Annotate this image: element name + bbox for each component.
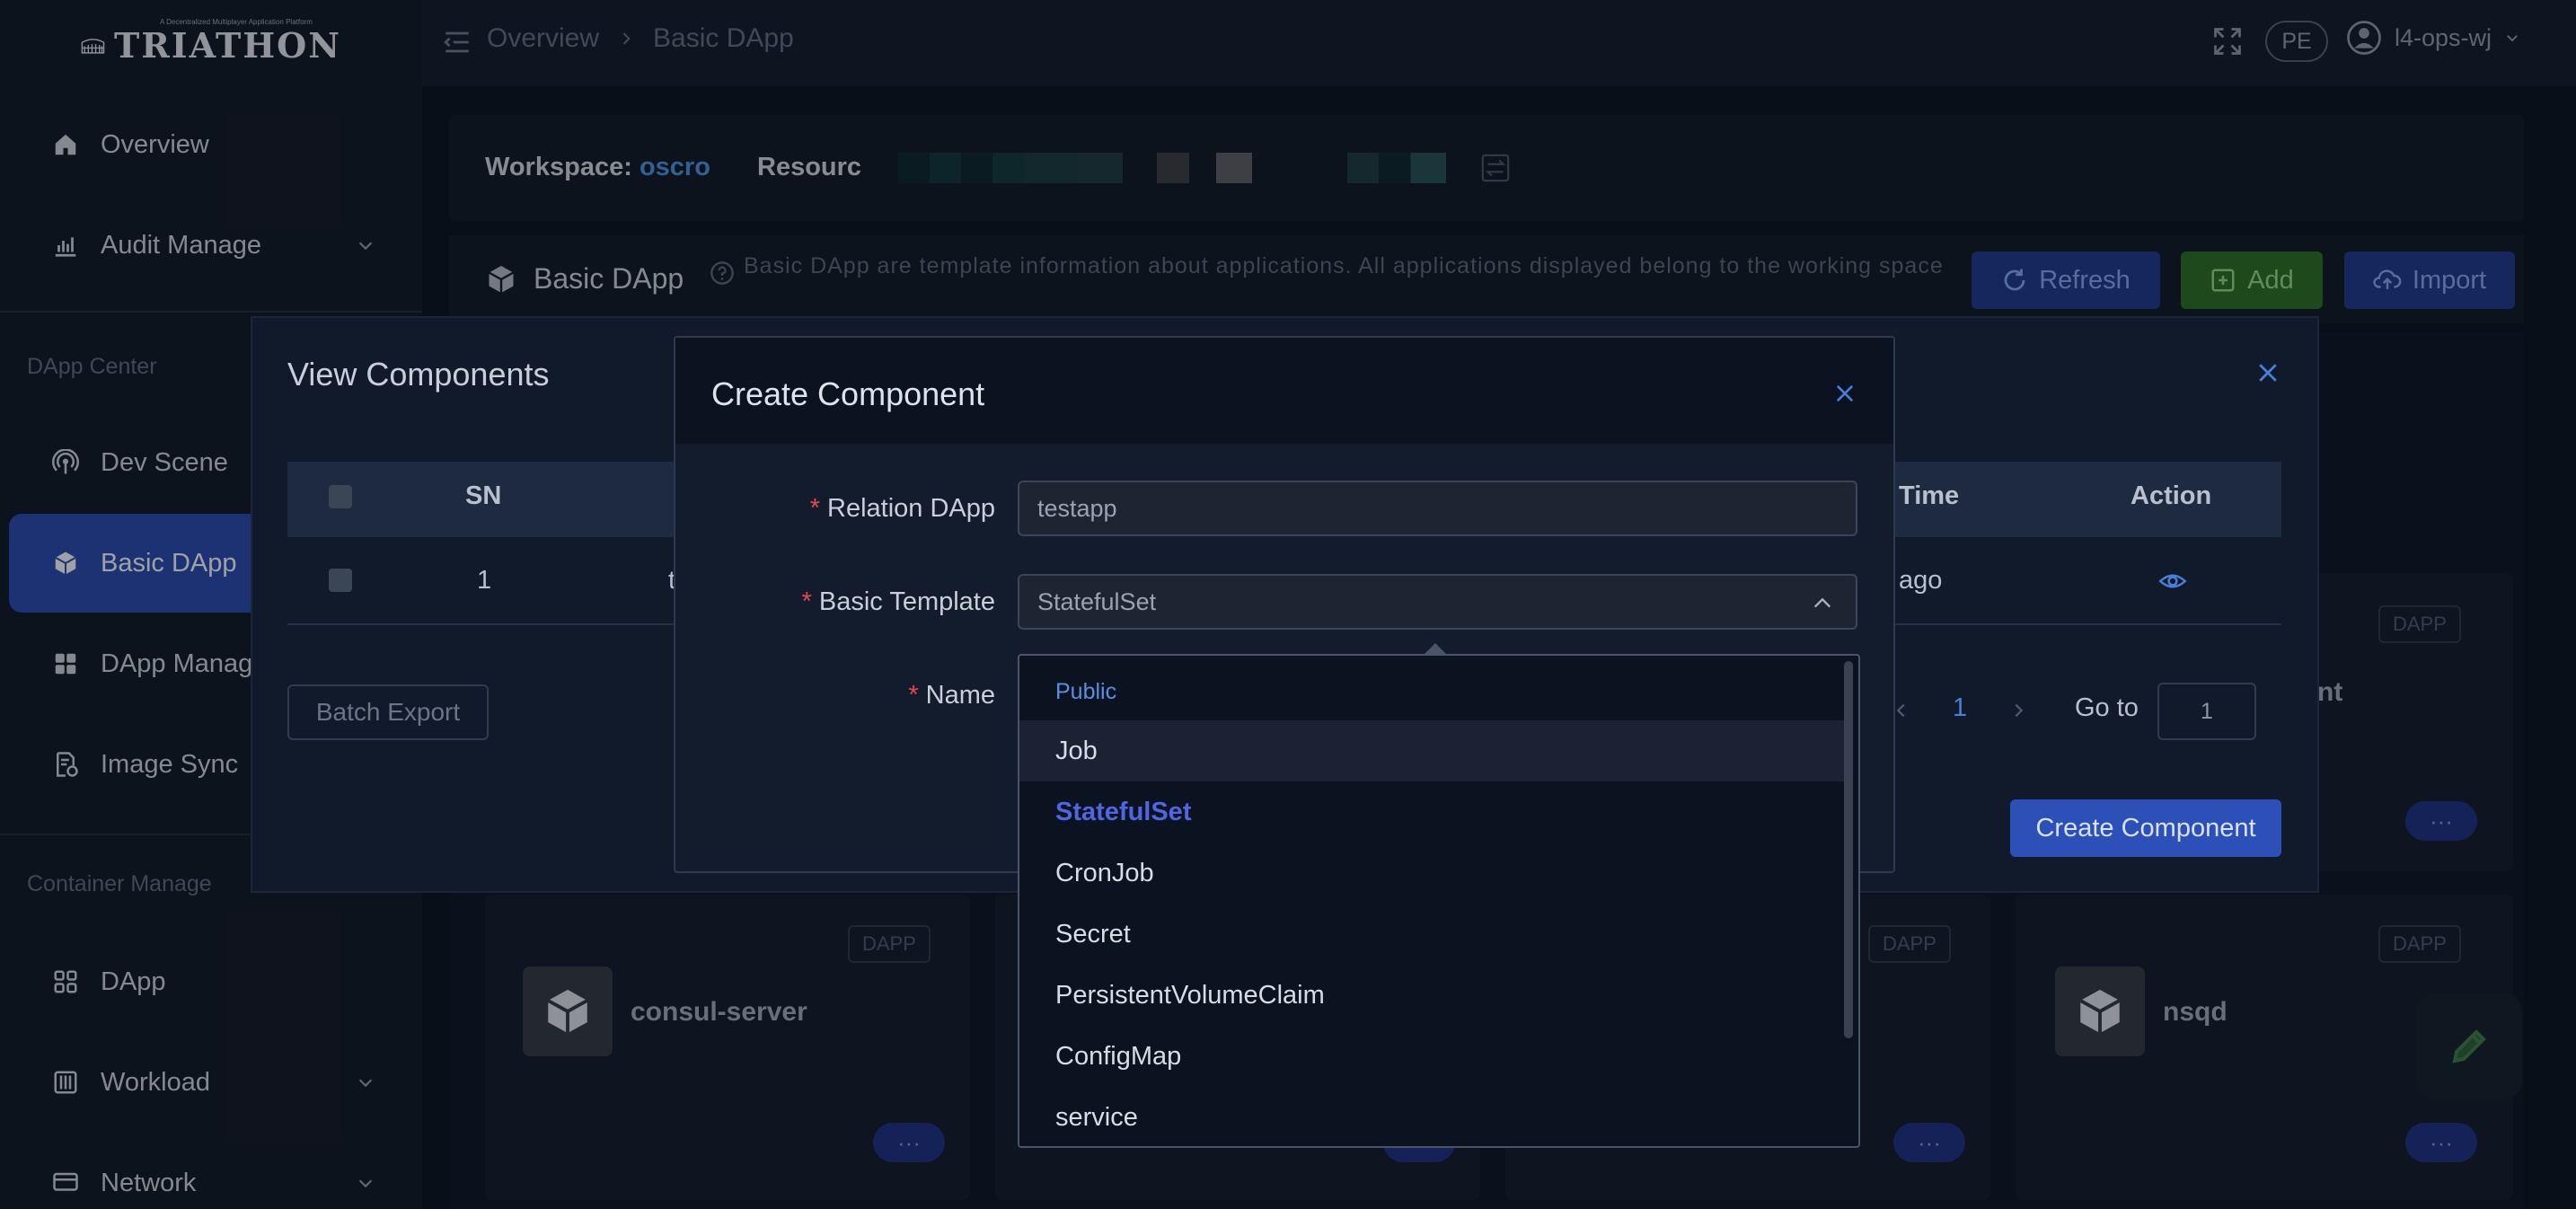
close-icon[interactable]	[1832, 381, 1857, 406]
option-job[interactable]: Job	[1019, 720, 1844, 781]
view-components-title: View Components	[287, 356, 550, 393]
option-service[interactable]: service	[1019, 1087, 1844, 1146]
option-cronjob[interactable]: CronJob	[1019, 843, 1844, 904]
row-sn: 1	[477, 566, 492, 595]
column-action: Action	[2130, 481, 2212, 510]
name-label: * Name	[908, 681, 995, 710]
chevron-up-icon	[1813, 597, 1831, 608]
goto-page-input[interactable]: 1	[2157, 683, 2256, 740]
relation-dapp-input[interactable]: testapp	[1018, 481, 1857, 536]
dropdown-scrollbar[interactable]	[1844, 661, 1853, 1038]
close-icon[interactable]	[2254, 359, 2281, 386]
current-page[interactable]: 1	[1953, 693, 1967, 723]
template-dropdown: Public Job StatefulSet CronJob Secret Pe…	[1018, 654, 1860, 1148]
create-component-title: Create Component	[711, 375, 985, 412]
select-all-checkbox[interactable]	[329, 485, 352, 508]
relation-dapp-label: * Relation DApp	[809, 494, 995, 523]
dropdown-group-public: Public	[1055, 679, 1117, 704]
goto-label: Go to	[2075, 693, 2139, 722]
row-time-partial: ago	[1899, 566, 1943, 595]
batch-export-button[interactable]: Batch Export	[287, 684, 489, 740]
column-time: Time	[1899, 481, 1960, 510]
option-statefulset[interactable]: StatefulSet	[1019, 781, 1844, 843]
option-secret[interactable]: Secret	[1019, 904, 1844, 965]
basic-template-value: StatefulSet	[1037, 587, 1157, 615]
dropdown-caret	[1425, 643, 1446, 654]
option-persistentvolumeclaim[interactable]: PersistentVolumeClaim	[1019, 965, 1844, 1026]
chevron-right-icon[interactable]	[2008, 701, 2028, 720]
column-sn: SN	[465, 481, 502, 510]
basic-template-label: * Basic Template	[801, 587, 995, 616]
eye-icon[interactable]	[2157, 568, 2188, 595]
option-configmap[interactable]: ConfigMap	[1019, 1026, 1844, 1087]
basic-template-select[interactable]: StatefulSet	[1018, 574, 1857, 630]
row-checkbox[interactable]	[329, 569, 352, 592]
create-component-button[interactable]: Create Component	[2010, 799, 2281, 857]
